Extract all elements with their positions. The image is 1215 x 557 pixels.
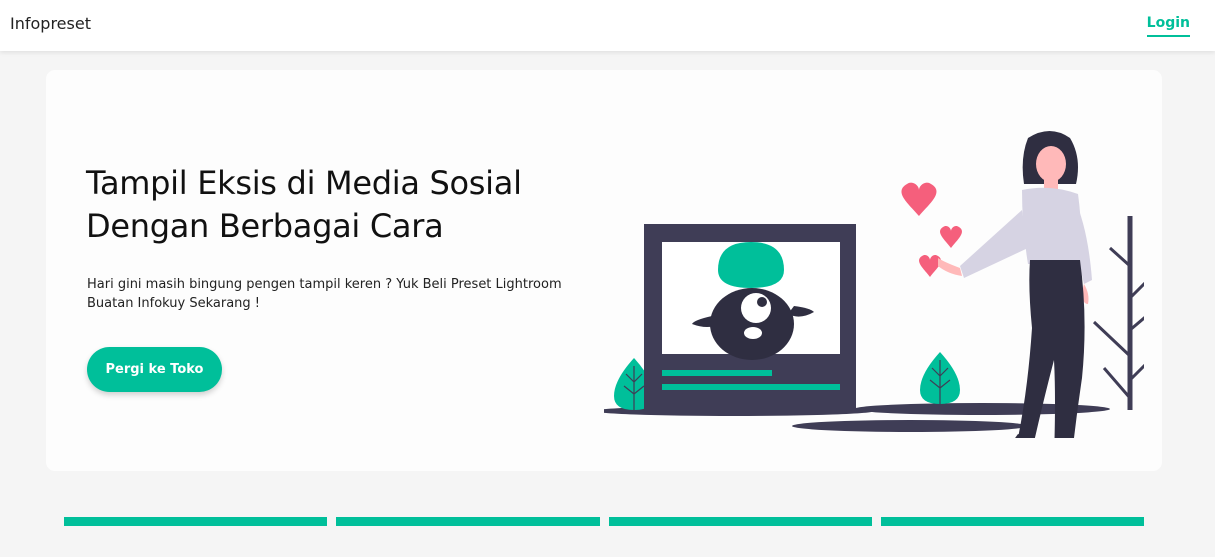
woman-figure-icon xyxy=(938,131,1092,438)
brand-logo-text[interactable]: Infopreset xyxy=(10,14,91,33)
hero-description: Hari gini masih bingung pengen tampil ke… xyxy=(87,277,562,311)
hero-illustration xyxy=(604,131,1144,438)
divider-bar xyxy=(609,517,872,526)
divider-bar xyxy=(64,517,327,526)
go-to-shop-button[interactable]: Pergi ke Toko xyxy=(87,347,222,392)
hero-card: Tampil Eksis di Media Sosial Dengan Berb… xyxy=(46,70,1162,471)
navbar: Infopreset Login xyxy=(0,0,1215,51)
plant-right-icon xyxy=(920,352,960,404)
bare-tree-icon xyxy=(1092,216,1144,410)
ground-shadow-center xyxy=(792,420,1028,432)
divider-bar xyxy=(881,517,1144,526)
heart-icon xyxy=(901,182,962,277)
hero-title: Tampil Eksis di Media Sosial Dengan Berb… xyxy=(86,164,522,245)
login-link[interactable]: Login xyxy=(1146,15,1190,37)
divider-bar xyxy=(336,517,600,526)
